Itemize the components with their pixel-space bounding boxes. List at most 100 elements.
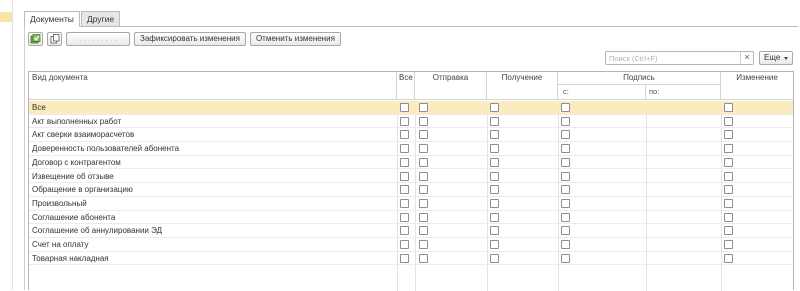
checkbox-all[interactable]	[400, 130, 409, 140]
tab-documents[interactable]: Документы	[24, 11, 80, 27]
search-input[interactable]: Поиск (Ctrl+F) ×	[605, 51, 754, 65]
checkbox-receive[interactable]	[490, 157, 499, 167]
copy-button[interactable]	[47, 31, 62, 46]
checkbox-sign[interactable]	[561, 253, 570, 263]
checkbox-change[interactable]	[724, 226, 733, 236]
checkbox-change[interactable]	[724, 198, 733, 208]
checkbox-all[interactable]	[400, 185, 409, 195]
header-send[interactable]: Отправка	[415, 72, 487, 100]
checkbox-change[interactable]	[724, 253, 733, 263]
checkbox-sign[interactable]	[561, 157, 570, 167]
checkbox-change[interactable]	[724, 130, 733, 140]
table-row[interactable]: Счет на оплату	[29, 238, 793, 252]
checkbox-receive[interactable]	[490, 198, 499, 208]
checkbox-receive[interactable]	[490, 144, 499, 154]
checkbox-send[interactable]	[419, 157, 428, 167]
checkbox-sign[interactable]	[561, 103, 570, 112]
checkbox-all[interactable]	[400, 253, 409, 263]
checkbox-send[interactable]	[419, 144, 428, 154]
checkbox-send[interactable]	[419, 103, 428, 112]
table-row[interactable]: Произвольный	[29, 197, 793, 211]
table-row[interactable]: Товарная накладная	[29, 252, 793, 266]
checkbox-receive[interactable]	[490, 240, 499, 249]
table-row[interactable]: Соглашение абонента	[29, 211, 793, 225]
tab-other[interactable]: Другие	[80, 11, 121, 26]
cancel-changes-button[interactable]: Отменить изменения	[249, 31, 341, 46]
documents-table: Вид документа Все Отправка Получение Под…	[28, 71, 794, 291]
header-doc-type[interactable]: Вид документа	[29, 72, 397, 100]
checkbox-change[interactable]	[724, 144, 733, 154]
checkbox-receive[interactable]	[490, 253, 499, 263]
checkbox-sign[interactable]	[561, 185, 570, 195]
more-button[interactable]: Еще	[759, 51, 793, 65]
checkbox-send[interactable]	[419, 240, 428, 249]
table-row[interactable]: Все	[29, 101, 793, 115]
checkbox-all[interactable]	[400, 226, 409, 236]
checkbox-send[interactable]	[419, 116, 428, 126]
table-row[interactable]: Договор с контрагентом	[29, 156, 793, 170]
checkbox-sign[interactable]	[561, 198, 570, 208]
header-receive[interactable]: Получение	[487, 72, 558, 100]
row-document-type: Акт сверки взаиморасчетов	[32, 130, 135, 140]
checkbox-change[interactable]	[724, 157, 733, 167]
table-row[interactable]: Соглашение об аннулировании ЭД	[29, 224, 793, 238]
checkbox-sign[interactable]	[561, 240, 570, 249]
table-row[interactable]: Доверенность пользователей абонента	[29, 142, 793, 156]
checkbox-all[interactable]	[400, 116, 409, 126]
checkbox-send[interactable]	[419, 171, 428, 181]
checkbox-sign[interactable]	[561, 130, 570, 140]
header-change[interactable]: Изменение	[721, 72, 793, 100]
checkbox-send[interactable]	[419, 198, 428, 208]
checkbox-sign[interactable]	[561, 226, 570, 236]
search-placeholder: Поиск (Ctrl+F)	[609, 54, 658, 63]
checkbox-all[interactable]	[400, 144, 409, 154]
header-sign[interactable]: Подпись	[558, 72, 721, 85]
table-row[interactable]: Акт выполненных работ	[29, 115, 793, 129]
checkbox-receive[interactable]	[490, 226, 499, 236]
checkbox-all[interactable]	[400, 171, 409, 181]
checkbox-sign[interactable]	[561, 212, 570, 222]
checkbox-receive[interactable]	[490, 212, 499, 222]
checkbox-all[interactable]	[400, 157, 409, 167]
tab-underline	[24, 26, 798, 27]
header-sign-from[interactable]: с:	[558, 85, 646, 100]
header-all[interactable]: Все	[397, 72, 415, 100]
checkbox-sign[interactable]	[561, 171, 570, 181]
table-row[interactable]: Извещение об отзыве	[29, 170, 793, 184]
more-label: Еще	[764, 53, 781, 62]
checkbox-all[interactable]	[400, 103, 409, 112]
checkbox-change[interactable]	[724, 103, 733, 112]
row-document-type: Соглашение абонента	[32, 212, 116, 222]
checkbox-receive[interactable]	[490, 185, 499, 195]
left-panel-highlight	[0, 12, 12, 22]
table-row[interactable]: Акт сверки взаиморасчетов	[29, 128, 793, 143]
checkbox-all[interactable]	[400, 212, 409, 222]
checkbox-change[interactable]	[724, 212, 733, 222]
checkbox-send[interactable]	[419, 185, 428, 195]
checkbox-receive[interactable]	[490, 103, 499, 112]
checkbox-sign[interactable]	[561, 116, 570, 126]
checkbox-receive[interactable]	[490, 130, 499, 140]
left-panel-strip	[0, 0, 13, 290]
table-row[interactable]: Обращение в организацию	[29, 183, 793, 197]
disabled-button: . . . . . . . . .	[66, 31, 130, 46]
row-document-type: Договор с контрагентом	[32, 157, 121, 167]
header-sign-to[interactable]: по:	[646, 85, 721, 100]
checkbox-change[interactable]	[724, 240, 733, 249]
checkbox-receive[interactable]	[490, 116, 499, 126]
row-document-type: Извещение об отзыве	[32, 171, 114, 181]
checkbox-send[interactable]	[419, 212, 428, 222]
checkbox-all[interactable]	[400, 240, 409, 249]
checkbox-sign[interactable]	[561, 144, 570, 154]
checkbox-change[interactable]	[724, 116, 733, 126]
save-check-button[interactable]	[28, 31, 43, 46]
checkbox-send[interactable]	[419, 226, 428, 236]
checkbox-change[interactable]	[724, 185, 733, 195]
checkbox-send[interactable]	[419, 130, 428, 140]
fix-changes-button[interactable]: Зафиксировать изменения	[134, 31, 246, 46]
checkbox-send[interactable]	[419, 253, 428, 263]
clear-search-icon[interactable]: ×	[740, 52, 753, 64]
checkbox-receive[interactable]	[490, 171, 499, 181]
checkbox-all[interactable]	[400, 198, 409, 208]
checkbox-change[interactable]	[724, 171, 733, 181]
